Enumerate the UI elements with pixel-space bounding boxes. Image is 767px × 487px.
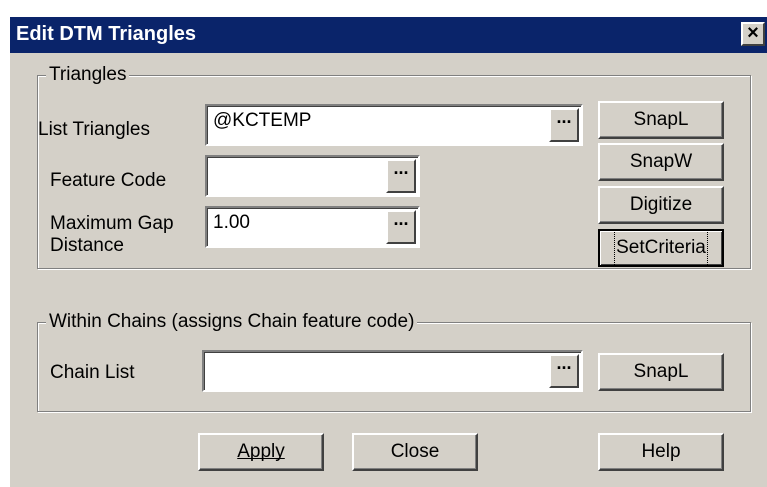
list-triangles-label: List Triangles [38, 119, 150, 140]
gap-distance-label-line2: Distance [50, 235, 124, 256]
apply-button[interactable]: Apply [198, 433, 324, 471]
snapl-triangles-button[interactable]: SnapL [598, 101, 724, 139]
gap-distance-input[interactable]: 1.00 ... [205, 206, 420, 248]
triangles-legend: Triangles [46, 64, 130, 86]
window-title: Edit DTM Triangles [16, 23, 197, 45]
apply-label: Apply [237, 441, 285, 462]
close-label: Close [390, 441, 440, 462]
snapl-triangles-label: SnapL [633, 109, 689, 130]
digitize-label: Digitize [629, 194, 693, 215]
snapl-chains-label: SnapL [633, 361, 689, 382]
snapw-button[interactable]: SnapW [598, 143, 724, 181]
gap-distance-value: 1.00 [213, 212, 250, 233]
snapw-label: SnapW [629, 151, 693, 172]
dialog-window: Edit DTM Triangles × Triangles List Tria… [8, 15, 767, 487]
feature-code-input[interactable]: ... [205, 155, 420, 197]
list-triangles-value: @KCTEMP [213, 110, 312, 131]
chain-list-label: Chain List [50, 362, 135, 383]
chain-list-input[interactable]: ... [202, 350, 583, 392]
feature-code-label: Feature Code [50, 170, 167, 191]
setcriteria-button[interactable]: SetCriteria [598, 229, 724, 267]
gap-distance-browse-button[interactable]: ... [386, 210, 416, 244]
list-triangles-browse-button[interactable]: ... [549, 108, 579, 142]
setcriteria-label: SetCriteria [614, 229, 708, 267]
gap-distance-label-line1: Maximum Gap [50, 213, 174, 234]
list-triangles-input[interactable]: @KCTEMP ... [205, 104, 583, 146]
close-button[interactable]: Close [352, 433, 478, 471]
feature-code-browse-button[interactable]: ... [386, 159, 416, 193]
digitize-button[interactable]: Digitize [598, 186, 724, 224]
snapl-chains-button[interactable]: SnapL [598, 353, 724, 391]
chain-list-browse-button[interactable]: ... [549, 354, 579, 388]
help-label: Help [641, 441, 681, 462]
chains-legend: Within Chains (assigns Chain feature cod… [46, 311, 418, 333]
close-icon[interactable]: × [741, 22, 765, 46]
help-button[interactable]: Help [598, 433, 724, 471]
title-bar[interactable]: Edit DTM Triangles × [10, 17, 767, 53]
